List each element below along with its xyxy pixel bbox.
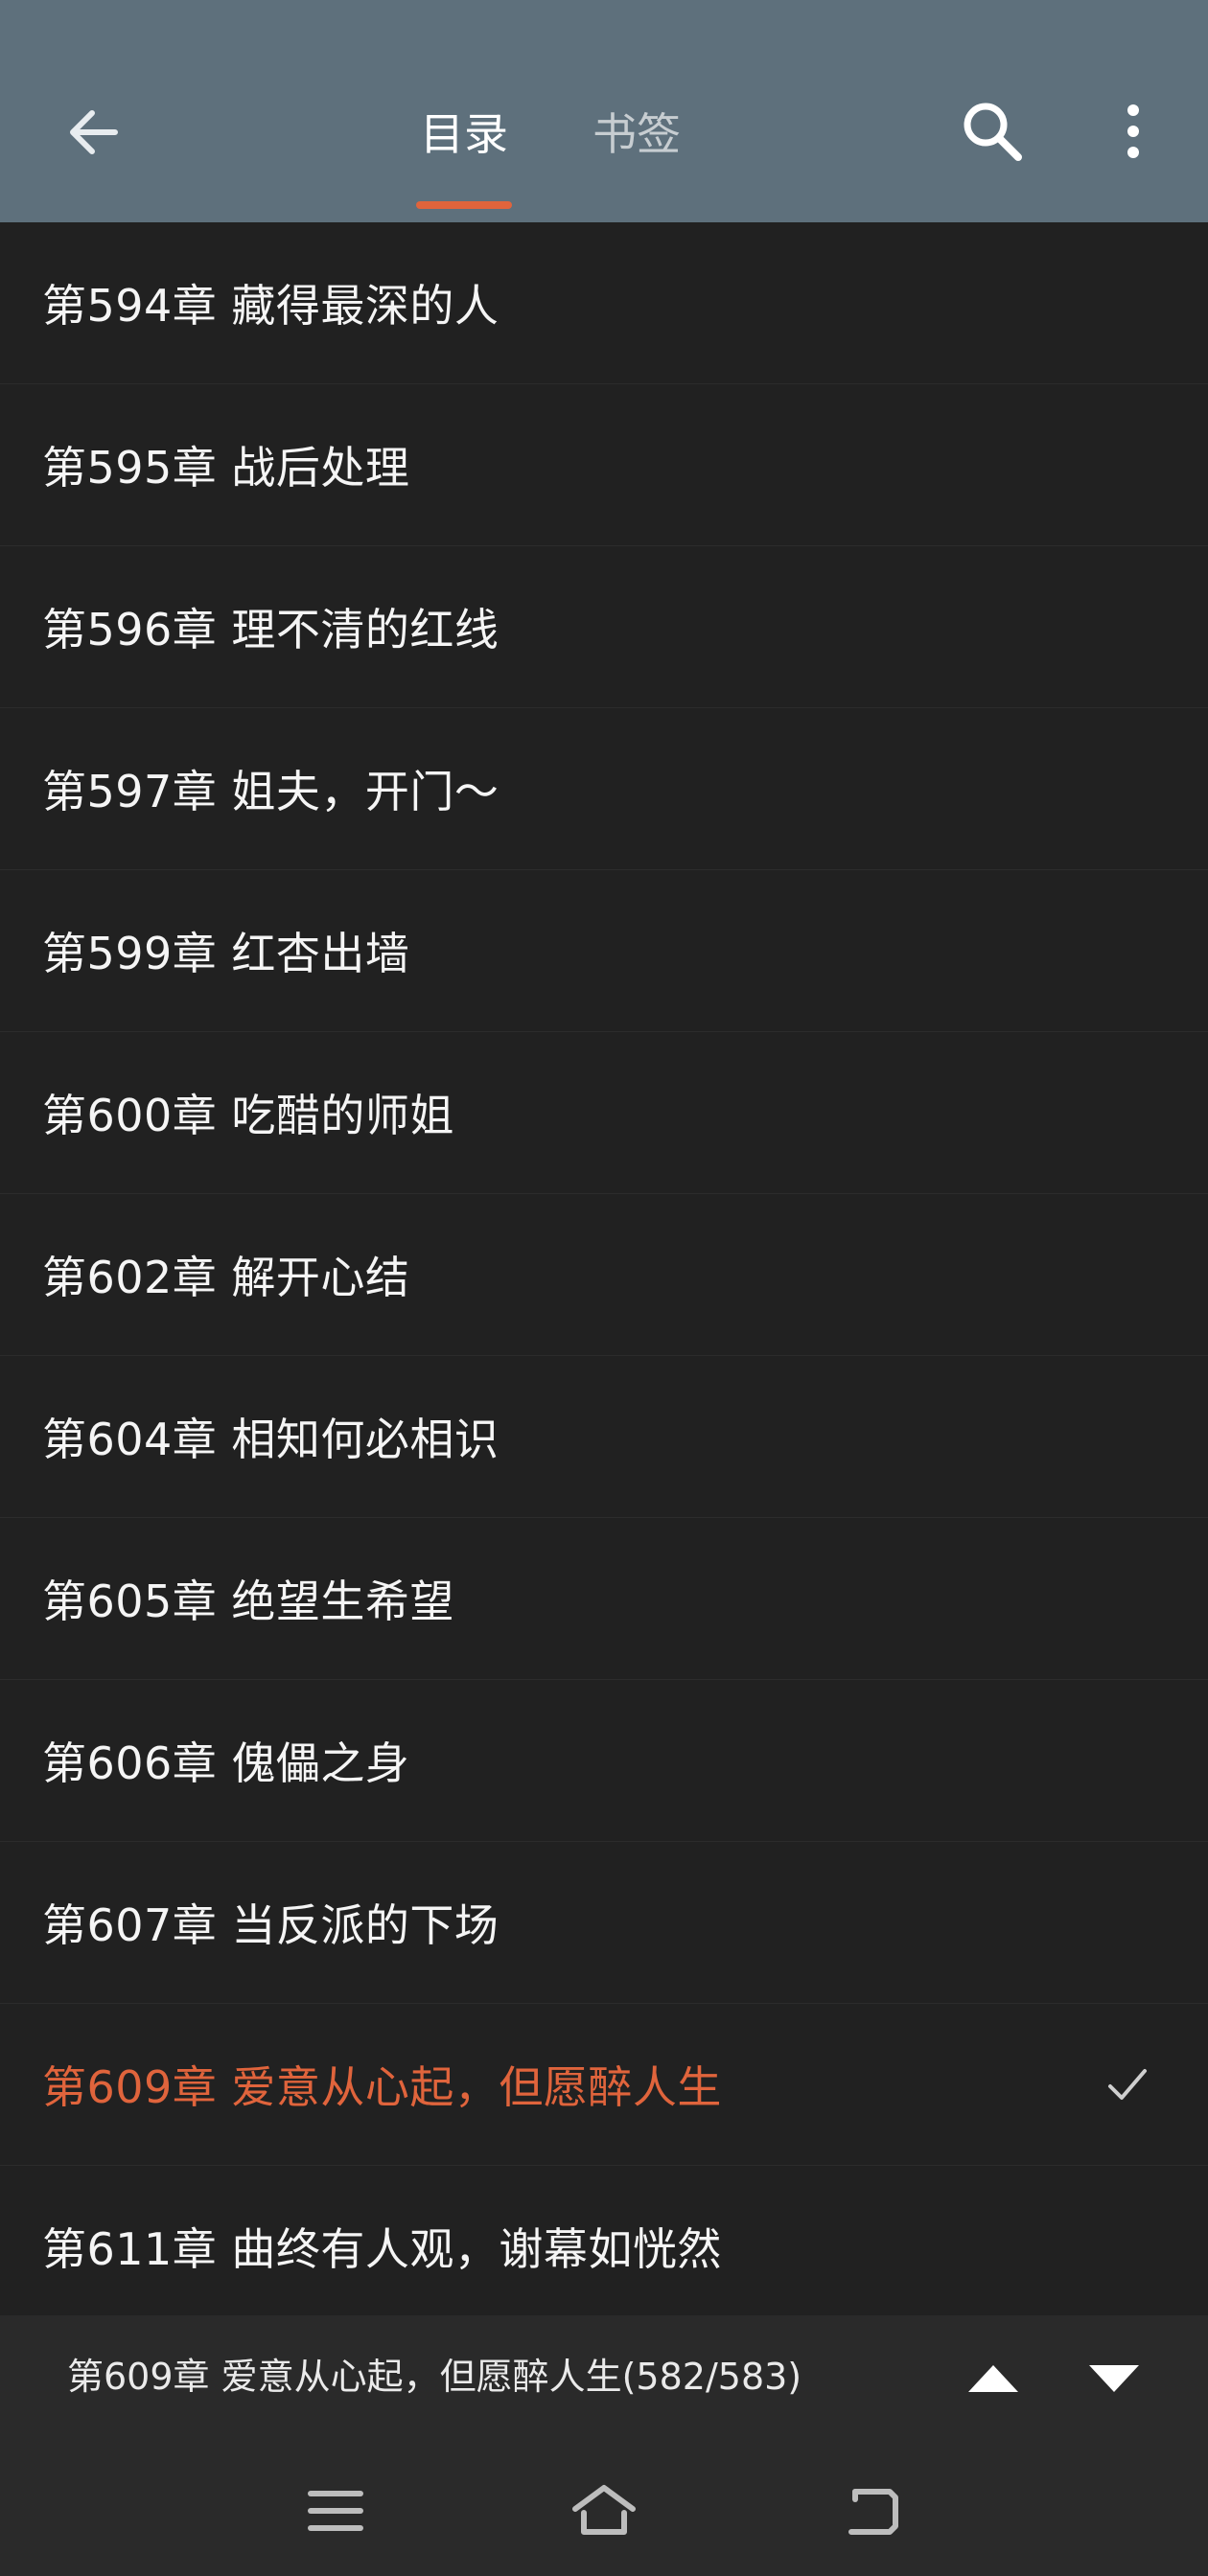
home-icon <box>572 2485 636 2535</box>
nav-menu-button[interactable] <box>288 2463 383 2559</box>
chapter-row[interactable]: 第611章 曲终有人观，谢幕如恍然 <box>0 2166 1208 2315</box>
active-tab-indicator <box>416 201 512 209</box>
chapter-title: 第602章 解开心结 <box>42 1252 410 1303</box>
scroll-down-button[interactable] <box>1076 2340 1152 2417</box>
triangle-up-icon <box>968 2365 1018 2392</box>
chapter-title: 第611章 曲终有人观，谢幕如恍然 <box>42 2223 722 2275</box>
chapter-row[interactable]: 第595章 战后处理 <box>0 384 1208 546</box>
chapter-title: 第596章 理不清的红线 <box>42 604 499 656</box>
chapter-row[interactable]: 第609章 爱意从心起，但愿醉人生 <box>0 2004 1208 2166</box>
scroll-up-button[interactable] <box>955 2340 1032 2417</box>
tab-catalog[interactable]: 目录 <box>407 96 522 172</box>
back-icon <box>848 2489 898 2535</box>
system-navigation-bar <box>0 2440 1208 2576</box>
chapter-row[interactable]: 第597章 姐夫，开门～ <box>0 708 1208 870</box>
reading-progress-bar: 第609章 爱意从心起，但愿醉人生(582/583) <box>0 2315 1208 2440</box>
chapter-title: 第607章 当反派的下场 <box>42 1899 499 1951</box>
app-header: 目录 书签 <box>0 0 1208 222</box>
chapter-row[interactable]: 第607章 当反派的下场 <box>0 1842 1208 2004</box>
chapter-row[interactable]: 第602章 解开心结 <box>0 1194 1208 1356</box>
chapter-list[interactable]: 第594章 藏得最深的人 第595章 战后处理第596章 理不清的红线 第597章 … <box>0 222 1208 2315</box>
back-button[interactable] <box>54 92 134 172</box>
chapter-title: 第594章 藏得最深的人 <box>42 280 499 332</box>
chapter-title: 第600章 吃醋的师姐 <box>42 1090 454 1141</box>
current-chapter-label[interactable]: 第609章 爱意从心起，但愿醉人生(582/583) <box>67 2348 801 2405</box>
chapter-title: 第604章 相知何必相识 <box>42 1414 499 1465</box>
chapter-title: 第597章 姐夫，开门～ <box>42 766 499 817</box>
nav-back-button[interactable] <box>825 2463 920 2559</box>
chapter-row[interactable]: 第594章 藏得最深的人 <box>0 222 1208 384</box>
more-vertical-icon <box>1127 104 1139 158</box>
chapter-row[interactable]: 第600章 吃醋的师姐 <box>0 1032 1208 1194</box>
nav-home-button[interactable] <box>556 2463 652 2559</box>
search-button[interactable] <box>949 88 1035 174</box>
search-icon <box>964 103 1022 161</box>
tab-bookmark[interactable]: 书签 <box>579 96 694 172</box>
chapter-row[interactable]: 第596章 理不清的红线 <box>0 546 1208 708</box>
chapter-title: 第606章 傀儡之身 <box>42 1737 410 1789</box>
chapter-title: 第599章 红杏出墙 <box>42 928 410 979</box>
triangle-down-icon <box>1089 2365 1139 2392</box>
chapter-row[interactable]: 第605章 绝望生希望 <box>0 1518 1208 1680</box>
check-icon <box>1108 2069 1147 2100</box>
menu-icon <box>308 2491 363 2531</box>
chapter-row[interactable]: 第606章 傀儡之身 <box>0 1680 1208 1842</box>
arrow-left-icon <box>70 110 118 154</box>
chapter-row[interactable]: 第604章 相知何必相识 <box>0 1356 1208 1518</box>
chapter-row[interactable]: 第599章 红杏出墙 <box>0 870 1208 1032</box>
chapter-title: 第609章 爱意从心起，但愿醉人生 <box>42 2061 722 2113</box>
more-options-button[interactable] <box>1095 88 1172 174</box>
chapter-title: 第605章 绝望生希望 <box>42 1576 454 1627</box>
chapter-title: 第595章 战后处理 <box>42 442 410 494</box>
